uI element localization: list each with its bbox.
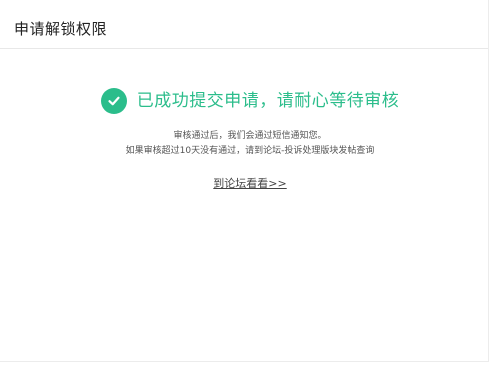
success-message: 已成功提交申请，请耐心等待审核 <box>136 91 400 111</box>
success-message-row: 已成功提交申请，请耐心等待审核 <box>0 88 500 114</box>
check-circle-icon <box>100 88 127 114</box>
info-text-forum: 如果审核超过10天没有通过，请到论坛-投诉处理版块发帖查询 <box>125 146 375 156</box>
header-bar: 申请解锁权限 <box>0 0 488 49</box>
page-title: 申请解锁权限 <box>14 20 108 38</box>
dialog-frame: 申请解锁权限 已成功提交申请，请耐心等待审核 审核通过后，我们会通过短信通知您。… <box>0 0 489 362</box>
forum-link[interactable]: 到论坛看看>> <box>213 177 286 190</box>
info-text-sms: 审核通过后，我们会通过短信通知您。 <box>173 131 327 141</box>
forum-link-container: 到论坛看看>> <box>0 172 500 191</box>
